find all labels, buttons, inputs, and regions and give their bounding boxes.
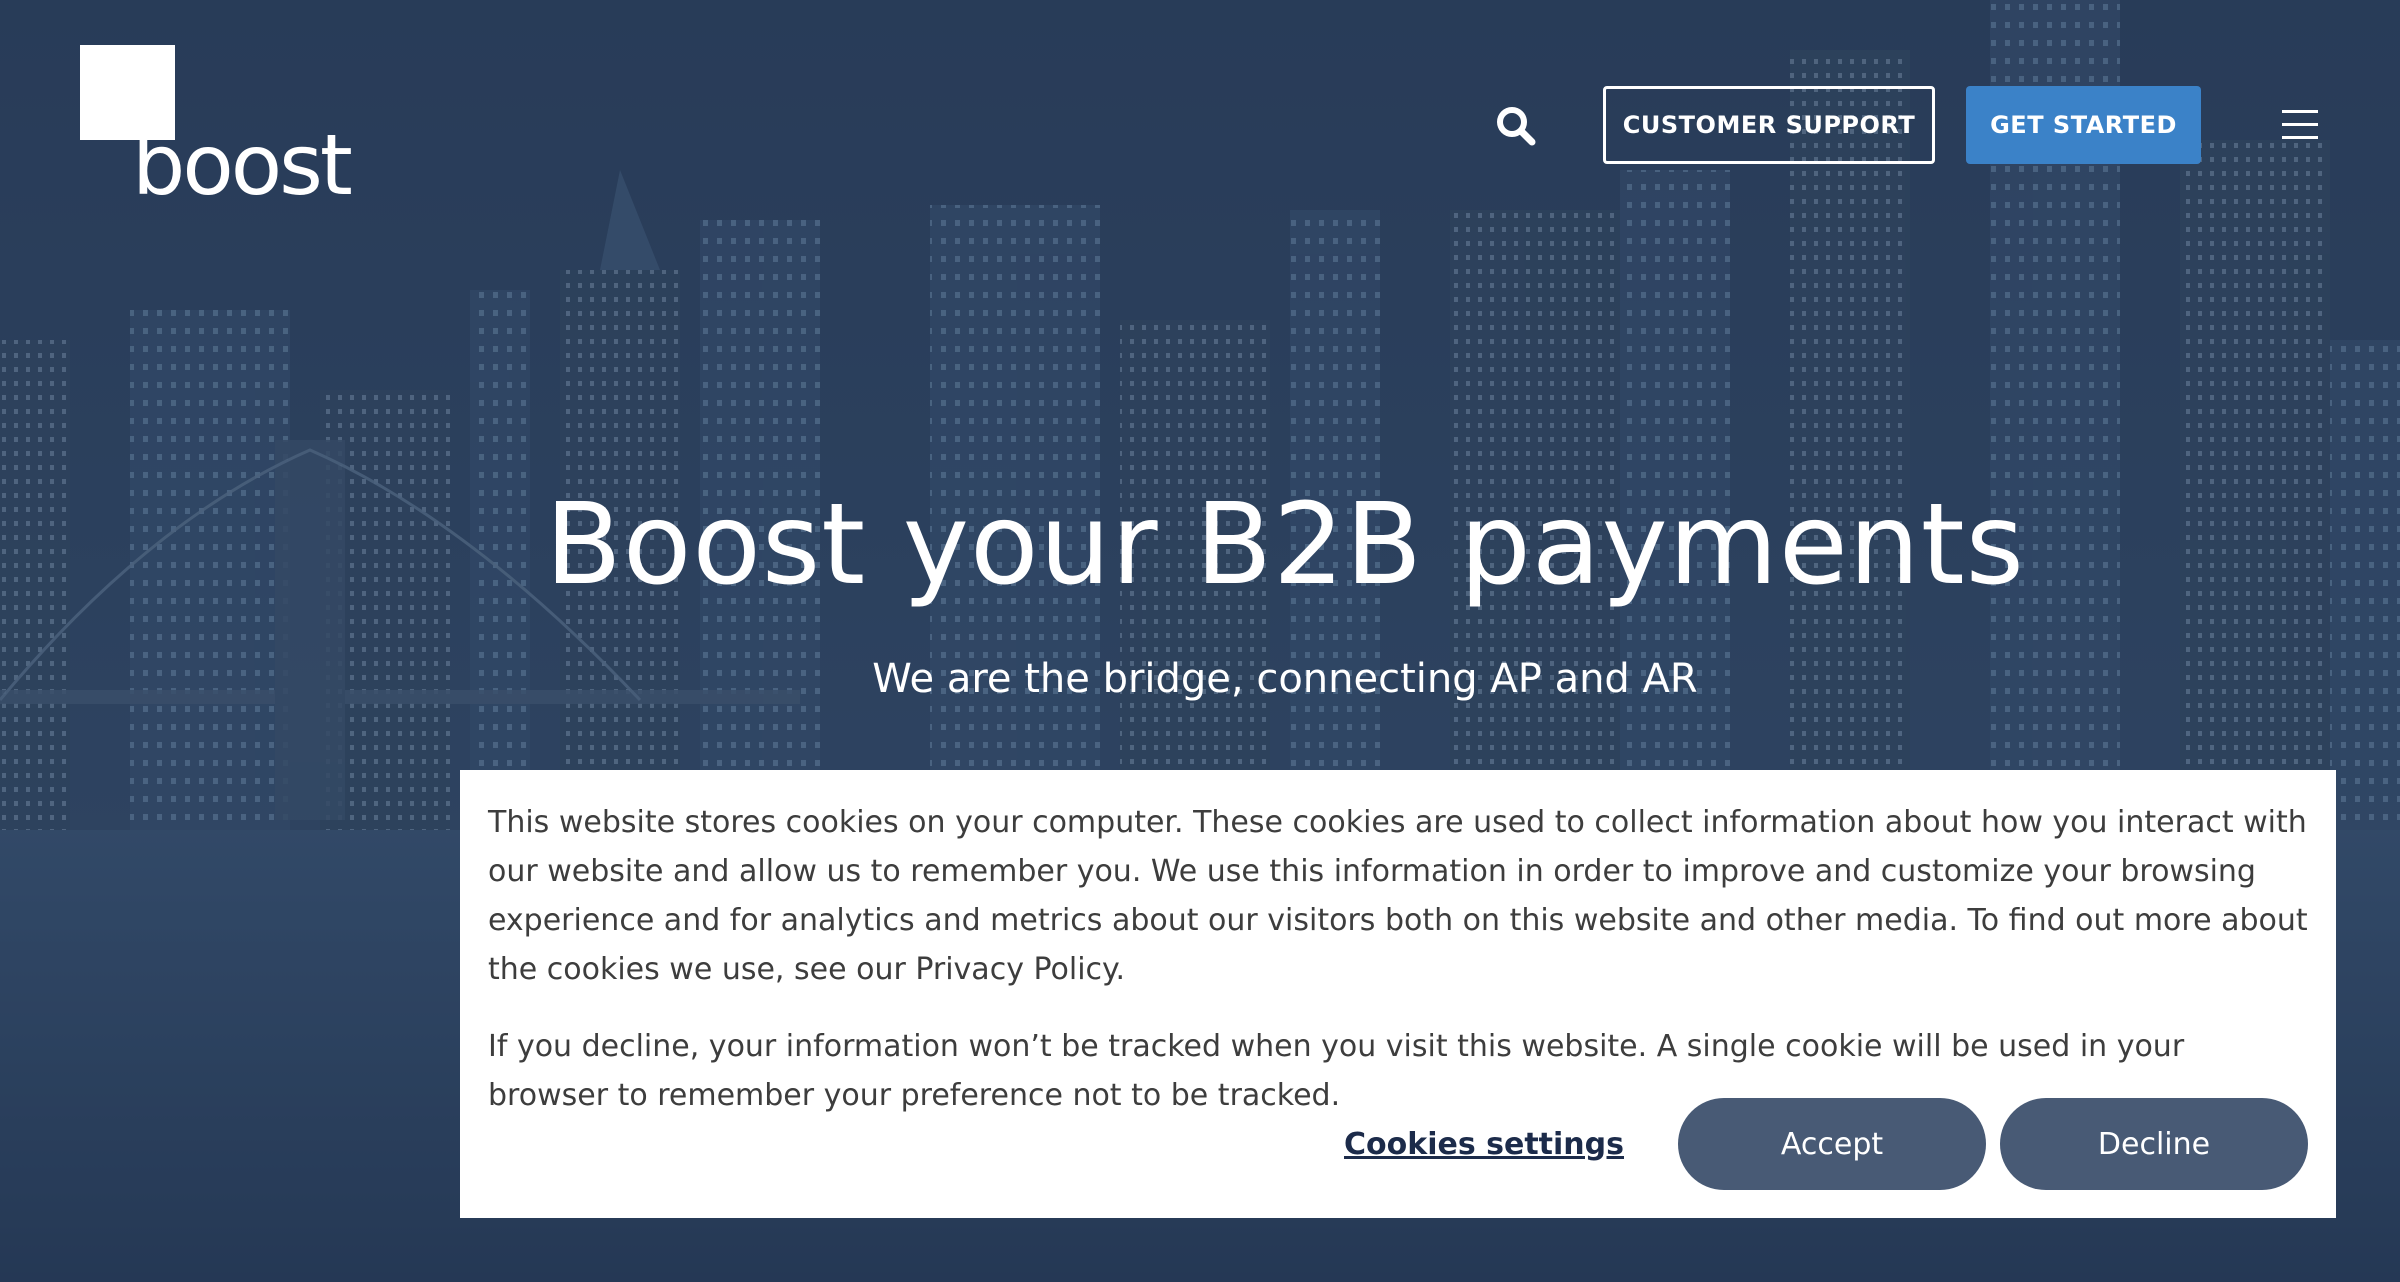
get-started-button[interactable]: GET STARTED [1966,86,2201,164]
cookie-info-paragraph: This website stores cookies on your comp… [488,805,2308,987]
cookie-consent-banner: This website stores cookies on your comp… [460,770,2336,1218]
boost-logo[interactable]: boost [80,45,360,210]
cookies-settings-link[interactable]: Cookies settings [1344,1127,1624,1162]
hero-title: Boost your B2B payments [545,480,2025,610]
customer-support-button[interactable]: CUSTOMER SUPPORT [1603,86,1935,164]
menu-bar-top [2282,110,2318,113]
decline-button[interactable]: Decline [2000,1098,2308,1190]
hero-subtitle: We are the bridge, connecting AP and AR [872,656,1698,702]
search-icon[interactable] [1492,102,1540,150]
menu-bar-middle [2282,123,2318,126]
menu-bar-bottom [2282,136,2318,139]
cookie-actions: Cookies settings Accept Decline [1344,1098,2308,1190]
page: boost CUSTOMER SUPPORT GET STARTED Boost… [0,0,2400,1282]
accept-button[interactable]: Accept [1678,1098,1986,1190]
search-icon-graphic [1497,107,1536,146]
hamburger-menu-icon[interactable] [2282,110,2318,140]
logo-wordmark: boost [132,116,353,214]
